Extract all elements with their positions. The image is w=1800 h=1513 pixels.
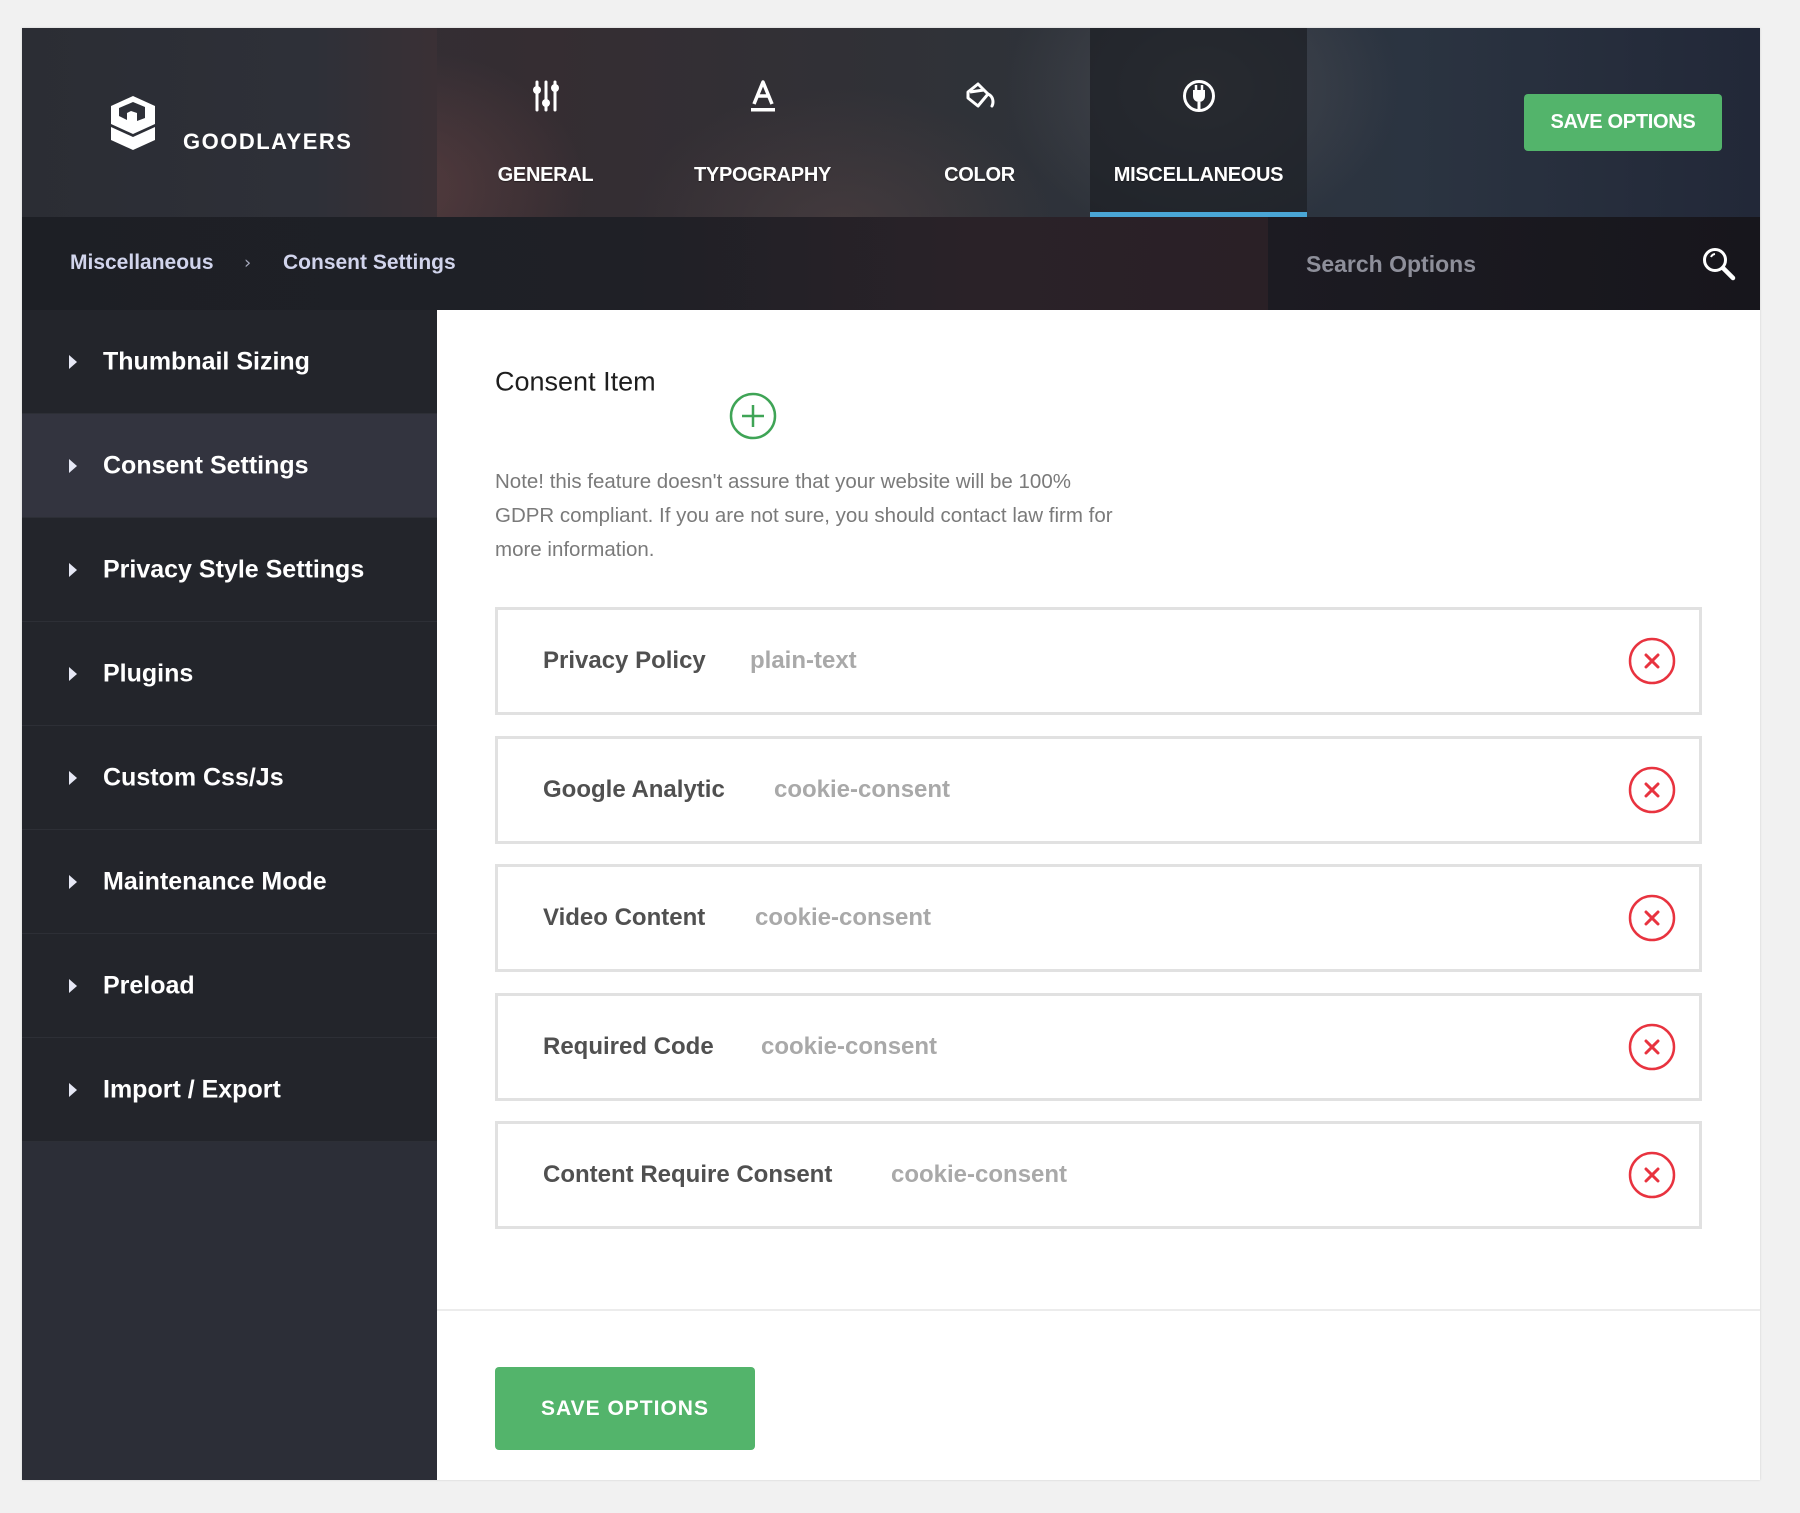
tab-label: TYPOGRAPHY — [693, 164, 832, 186]
sidebar-item-label: Import / Export — [103, 1075, 281, 1103]
save-options-button[interactable]: SAVE OPTIONS — [495, 1367, 755, 1450]
caret-right-icon — [69, 562, 77, 577]
consent-item-type: plain-text — [750, 647, 857, 674]
breadcrumb-bar: Miscellaneous › Consent Settings — [22, 217, 1760, 310]
tab-miscellaneous[interactable]: MISCELLANEOUS — [1090, 28, 1307, 217]
paint-bucket-icon — [966, 82, 994, 108]
consent-item-name: Required Code — [543, 1033, 714, 1060]
consent-item[interactable]: Video Content cookie-consent — [495, 864, 1702, 972]
consent-item-type: cookie-consent — [891, 1161, 1068, 1188]
close-circle-icon[interactable] — [1628, 637, 1676, 685]
sidebar-item-thumbnail-sizing[interactable]: Thumbnail Sizing — [22, 310, 437, 414]
close-circle-icon[interactable] — [1628, 766, 1676, 814]
consent-item-name: Video Content — [543, 904, 706, 931]
close-circle-icon[interactable] — [1628, 894, 1676, 942]
tab-general[interactable]: GENERAL — [437, 28, 654, 217]
sidebar-item-import-export[interactable]: Import / Export — [22, 1038, 437, 1142]
tab-color[interactable]: COLOR — [871, 28, 1088, 217]
sliders-icon — [532, 80, 559, 112]
close-circle-icon[interactable] — [1628, 1151, 1676, 1199]
consent-item-type: cookie-consent — [761, 1033, 938, 1060]
sidebar-item-preload[interactable]: Preload — [22, 934, 437, 1038]
header: GOODLAYERS GENERAL TYPOGRAPHY COLOR MISC… — [22, 28, 1760, 217]
breadcrumb-consent-settings[interactable]: Consent Settings — [283, 251, 456, 275]
consent-item[interactable]: Google Analytic cookie-consent — [495, 736, 1702, 844]
caret-right-icon — [69, 874, 77, 889]
sidebar-item-label: Privacy Style Settings — [103, 555, 365, 583]
search-input[interactable] — [1306, 239, 1686, 289]
consent-item-type: cookie-consent — [755, 904, 932, 931]
consent-item-name: Content Require Consent — [543, 1161, 833, 1188]
consent-item-name: Google Analytic — [543, 776, 725, 803]
caret-right-icon — [69, 458, 77, 473]
gdpr-note: Note! this feature doesn't assure that y… — [495, 470, 1113, 561]
caret-right-icon — [69, 666, 77, 681]
caret-right-icon — [69, 770, 77, 785]
sidebar-item-label: Plugins — [103, 659, 194, 687]
tab-label: GENERAL — [497, 164, 594, 186]
tab-label: MISCELLANEOUS — [1113, 164, 1284, 186]
theme-options-panel: GOODLAYERS GENERAL TYPOGRAPHY COLOR MISC… — [22, 28, 1760, 1480]
sidebar-item-label: Thumbnail Sizing — [103, 347, 310, 375]
consent-item[interactable]: Privacy Policy plain-text — [495, 607, 1702, 715]
sidebar-item-label: Preload — [103, 971, 195, 999]
caret-right-icon — [69, 354, 77, 369]
caret-right-icon — [69, 978, 77, 993]
main-content: Consent Item Note! this feature doesn't … — [437, 310, 1760, 1480]
consent-item-type: cookie-consent — [774, 776, 951, 803]
sidebar-item-privacy-style-settings[interactable]: Privacy Style Settings — [22, 518, 437, 622]
sidebar: Thumbnail Sizing Consent Settings Privac… — [22, 310, 437, 1480]
tab-label: COLOR — [944, 164, 1015, 186]
brand: GOODLAYERS — [22, 28, 437, 217]
consent-item[interactable]: Content Require Consent cookie-consent — [495, 1121, 1702, 1229]
consent-item[interactable]: Required Code cookie-consent — [495, 993, 1702, 1101]
close-circle-icon[interactable] — [1628, 1023, 1676, 1071]
sidebar-item-custom-css-js[interactable]: Custom Css/Js — [22, 726, 437, 830]
header-save-options-button[interactable]: SAVE OPTIONS — [1524, 94, 1722, 151]
breadcrumb-separator: › — [244, 252, 252, 274]
plug-icon — [1182, 80, 1215, 112]
sidebar-item-maintenance-mode[interactable]: Maintenance Mode — [22, 830, 437, 934]
consent-item-name: Privacy Policy — [543, 647, 706, 674]
brand-name: GOODLAYERS — [183, 129, 353, 154]
divider — [437, 1309, 1760, 1311]
sidebar-item-label: Consent Settings — [103, 451, 309, 479]
text-a-underline-icon — [750, 80, 775, 112]
goodlayers-logo-icon — [111, 96, 155, 150]
tab-typography[interactable]: TYPOGRAPHY — [654, 28, 871, 217]
caret-right-icon — [69, 1082, 77, 1097]
search-icon[interactable] — [1701, 246, 1737, 282]
section-title: Consent Item — [495, 366, 656, 397]
breadcrumb-miscellaneous[interactable]: Miscellaneous — [70, 251, 214, 275]
sidebar-item-plugins[interactable]: Plugins — [22, 622, 437, 726]
sidebar-item-label: Custom Css/Js — [103, 763, 284, 791]
search-box — [1268, 217, 1760, 310]
sidebar-item-label: Maintenance Mode — [103, 867, 327, 895]
plus-circle-icon[interactable] — [729, 392, 777, 440]
sidebar-item-consent-settings[interactable]: Consent Settings — [22, 414, 437, 518]
